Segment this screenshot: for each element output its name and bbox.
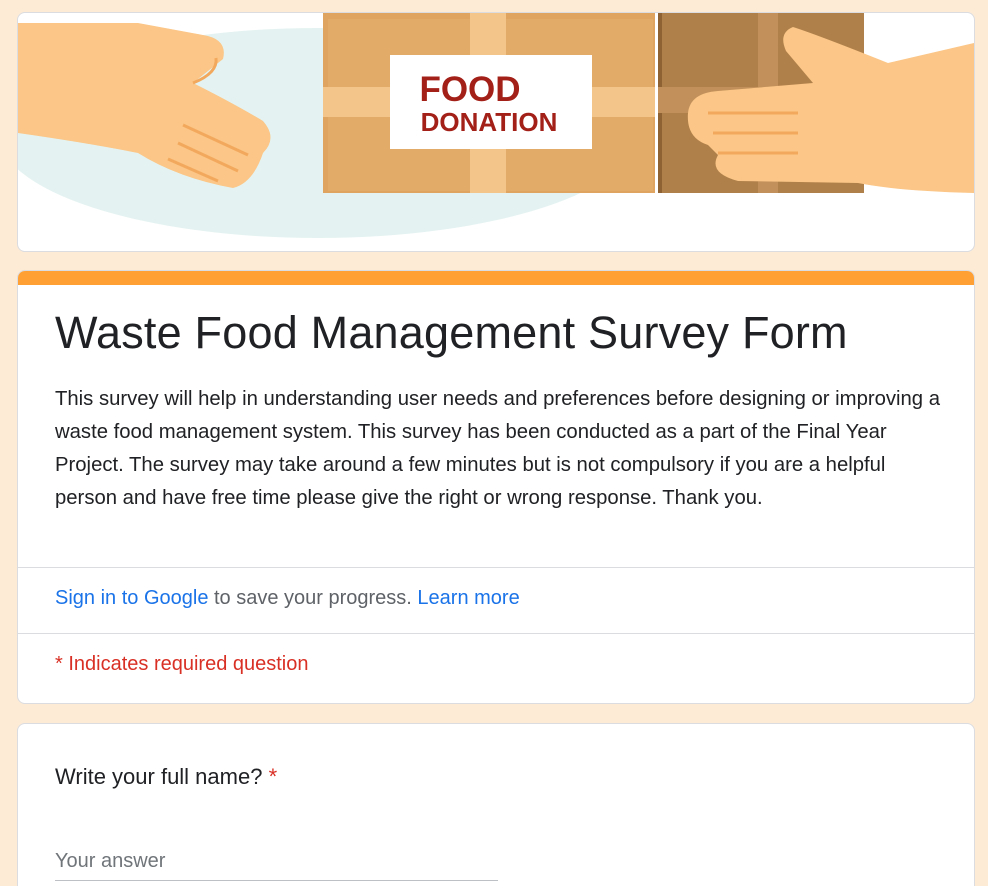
divider <box>18 567 974 568</box>
banner-food-text: FOOD <box>419 70 520 109</box>
question-text: Write your full name? <box>55 764 263 789</box>
question-card-full-name: Write your full name? * <box>17 723 975 886</box>
banner-donation-text: DONATION <box>421 107 558 137</box>
form-header-card: Waste Food Management Survey Form This s… <box>17 270 975 704</box>
sign-in-notice: Sign in to Google to save your progress.… <box>55 587 520 610</box>
food-donation-illustration: FOOD DONATION <box>18 13 974 238</box>
divider <box>18 633 974 634</box>
header-banner-image: FOOD DONATION <box>17 12 975 252</box>
required-asterisk: * <box>268 764 278 789</box>
form-title: Waste Food Management Survey Form <box>55 307 848 358</box>
sign-in-link[interactable]: Sign in to Google <box>55 587 208 609</box>
sign-in-notice-text: to save your progress. <box>208 587 418 609</box>
form-page: FOOD DONATION Waste Food Management Surv… <box>0 0 988 886</box>
form-description: This survey will help in understanding u… <box>55 388 940 509</box>
learn-more-link[interactable]: Learn more <box>417 587 519 609</box>
required-question-note: * Indicates required question <box>55 653 309 675</box>
theme-accent-bar <box>18 271 974 285</box>
full-name-input[interactable] <box>55 842 498 881</box>
question-title: Write your full name? * <box>55 764 277 790</box>
